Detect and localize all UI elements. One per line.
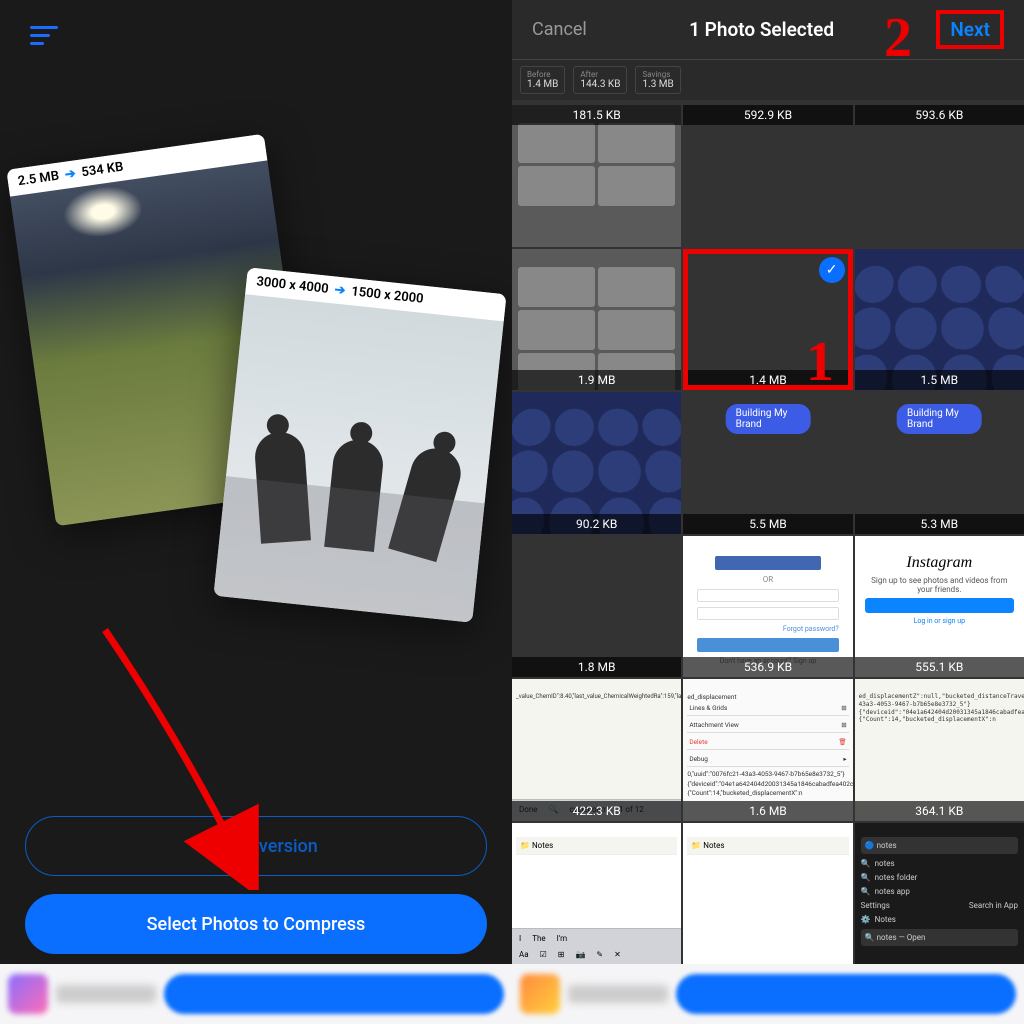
annotation-step-1: 1 xyxy=(806,330,834,394)
photo-cell[interactable]: ed_displacement Lines & Grids⊞ Attachmen… xyxy=(683,679,852,821)
photo-size: 5.3 MB xyxy=(855,514,1024,534)
get-pro-button[interactable]: Get Pro version xyxy=(25,816,487,876)
select-photos-button[interactable]: Select Photos to Compress xyxy=(25,894,487,954)
photo-cell[interactable]: 1.9 MB xyxy=(512,249,681,391)
info-after: 144.3 KB xyxy=(580,79,620,90)
photo-cell[interactable]: Instagram Sign up to see photos and vide… xyxy=(855,536,1024,678)
photo-size: 1.9 MB xyxy=(512,370,681,390)
photo-size: 536.9 KB xyxy=(683,657,852,677)
photo-size: 1.6 MB xyxy=(683,801,852,821)
photo-size: 364.1 KB xyxy=(855,801,1024,821)
cancel-button[interactable]: Cancel xyxy=(532,19,587,40)
photo-size: 1.8 MB xyxy=(512,657,681,677)
selected-checkmark-icon: ✓ xyxy=(819,257,845,283)
photo-size: 422.3 KB xyxy=(512,801,681,821)
photo-cell[interactable]: 1.5 MB xyxy=(855,249,1024,391)
photo-cell[interactable]: Building My Brand 5.3 MB xyxy=(855,392,1024,534)
photo-cell[interactable]: 181.5 KB xyxy=(512,105,681,247)
photo-cell[interactable]: OR Forgot password? Don't have an accoun… xyxy=(683,536,852,678)
photo-cell[interactable]: ed_displacementZ":null,"bucketed_distanc… xyxy=(855,679,1024,821)
annotation-box-next: Next xyxy=(936,10,1004,49)
card2-before: 3000 x 4000 xyxy=(256,274,330,296)
info-before: 1.4 MB xyxy=(527,79,558,90)
selection-title: 1 Photo Selected xyxy=(689,18,834,41)
annotation-step-2: 2 xyxy=(884,6,912,70)
photo-cell[interactable]: 593.6 KB xyxy=(855,105,1024,247)
example-card-dimensions: 3000 x 4000 ➔ 1500 x 2000 xyxy=(213,267,506,622)
photo-cell[interactable]: 📁 Notes xyxy=(683,823,852,965)
hero-illustration: 2.5 MB ➔ 534 KB 3000 x 4000 ➔ 1500 x 200… xyxy=(0,150,512,650)
arrow-right-icon: ➔ xyxy=(334,283,346,299)
card1-before: 2.5 MB xyxy=(17,169,60,190)
photo-cell[interactable]: _value_ChemID":8.40,"last_value_Chemical… xyxy=(512,679,681,821)
photo-picker-screen: Cancel 1 Photo Selected Next 2 Before1.4… xyxy=(512,0,1024,1024)
photo-cell[interactable]: 1.8 MB xyxy=(512,536,681,678)
photo-size: 592.9 KB xyxy=(683,105,852,125)
arrow-right-icon: ➔ xyxy=(64,166,77,182)
compression-info-bar: Before1.4 MB After144.3 KB Savings1.3 MB xyxy=(512,60,1024,100)
photo-cell[interactable]: 🔵 notes 🔍 notes 🔍 notes folder 🔍 notes a… xyxy=(855,823,1024,965)
compress-app-screen: 2.5 MB ➔ 534 KB 3000 x 4000 ➔ 1500 x 200… xyxy=(0,0,512,1024)
photo-size: 5.5 MB xyxy=(683,514,852,534)
bottom-ad-bar xyxy=(512,964,1024,1024)
photo-size: 593.6 KB xyxy=(855,105,1024,125)
card2-after: 1500 x 2000 xyxy=(351,284,425,306)
photo-cell[interactable]: 592.9 KB xyxy=(683,105,852,247)
menu-icon[interactable] xyxy=(30,26,58,45)
photo-cell[interactable]: Building My Brand 5.5 MB xyxy=(683,392,852,534)
photo-cell[interactable]: 📁 Notes Aa☑⊞📷✎✕ ITheI'm xyxy=(512,823,681,965)
card1-after: 534 KB xyxy=(81,160,125,181)
photo-size: 181.5 KB xyxy=(512,105,681,125)
photo-size: 90.2 KB xyxy=(512,514,681,534)
info-savings: 1.3 MB xyxy=(642,79,673,90)
next-button[interactable]: Next xyxy=(950,18,990,41)
bottom-ad-bar xyxy=(0,964,512,1024)
photo-size: 555.1 KB xyxy=(855,657,1024,677)
photo-grid[interactable]: 181.5 KB 592.9 KB 593.6 KB 1.9 MB ✓ xyxy=(512,105,1024,964)
left-header xyxy=(0,0,512,70)
picker-header: Cancel 1 Photo Selected Next xyxy=(512,0,1024,60)
photo-cell[interactable]: 90.2 KB xyxy=(512,392,681,534)
photo-size: 1.5 MB xyxy=(855,370,1024,390)
